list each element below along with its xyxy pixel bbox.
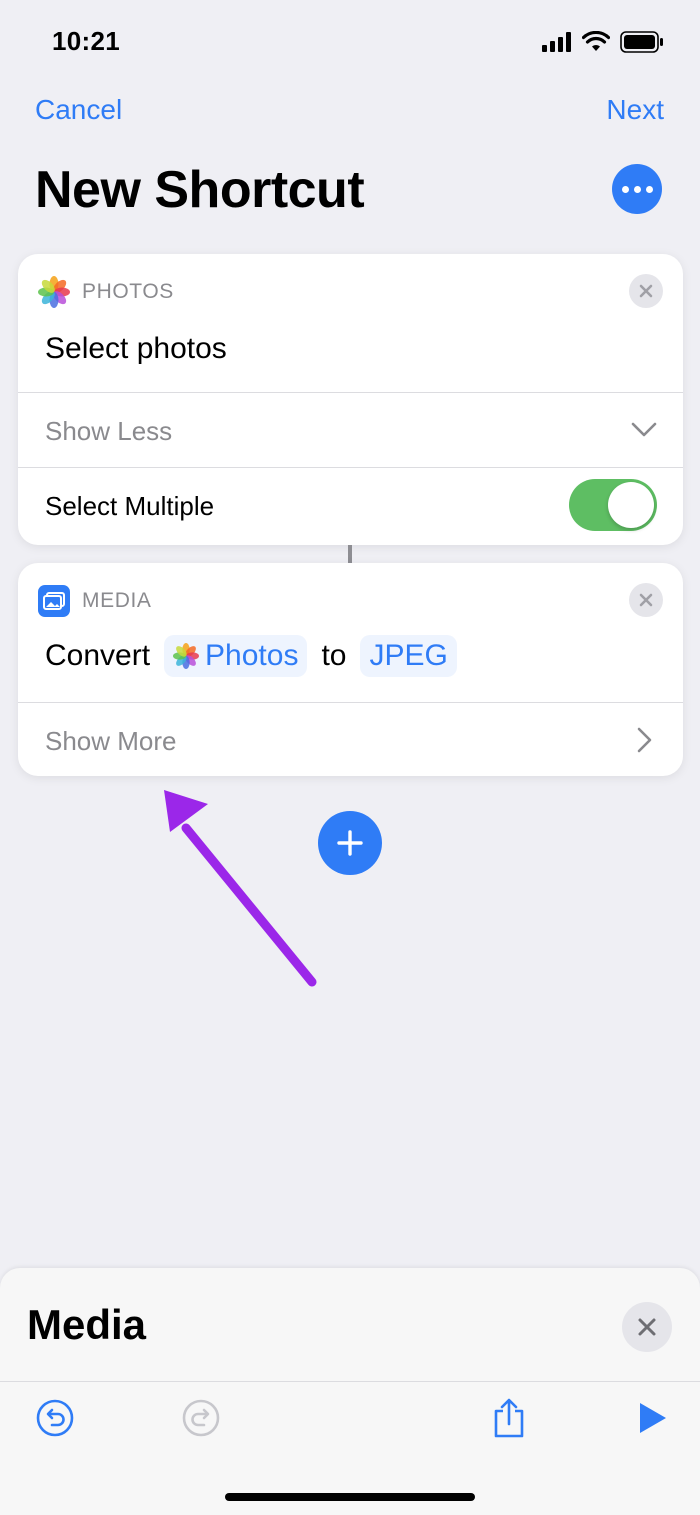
wifi-icon [582,31,610,51]
action-verb: Convert [45,639,151,672]
annotation-arrow [164,790,317,987]
option-label: Select Multiple [45,491,215,521]
input-variable-token[interactable]: Photos [164,635,308,677]
status-icons [542,30,664,54]
action-parameters: Convert Photos to JPEG [45,635,457,677]
divider [18,702,683,703]
action-card-convert-image[interactable]: MEDIA Convert Photos to JPEG Show More [18,563,683,776]
media-icon [38,585,70,617]
undo-icon [36,1399,74,1437]
share-icon [494,1398,524,1438]
plus-icon [337,830,363,856]
photos-icon [38,276,70,308]
battery-icon [620,31,663,53]
action-card-select-photos[interactable]: PHOTOS Select photos Show Less Select Mu… [18,254,683,545]
more-options-button[interactable] [612,164,662,214]
home-indicator [225,1493,475,1501]
card-header: PHOTOS [38,276,174,308]
chevron-down-icon[interactable] [631,422,657,438]
divider [0,1381,700,1382]
ellipsis-dot [633,185,641,193]
redo-icon [182,1399,220,1437]
action-library-sheet: Media [0,1268,700,1515]
cancel-button[interactable]: Cancel [35,94,122,126]
show-more-button[interactable]: Show More [45,726,177,757]
card-app-label: PHOTOS [82,280,174,303]
close-sheet-button[interactable] [622,1302,672,1352]
toggle-knob [608,482,654,528]
play-icon [640,1403,666,1433]
divider [18,392,683,393]
close-icon [638,1318,656,1336]
ellipsis-dot [645,185,653,193]
sheet-title: Media [27,1301,147,1348]
cellular-signal-icon [542,32,571,52]
select-multiple-toggle[interactable] [569,479,657,531]
input-token-label: Photos [205,639,299,672]
card-header: MEDIA [38,585,152,617]
undo-button[interactable] [33,1396,77,1440]
divider [18,467,683,468]
redo-button[interactable] [179,1396,223,1440]
action-connector [348,545,352,563]
connector-word: to [321,639,347,672]
remove-action-button[interactable] [629,274,663,308]
remove-action-button[interactable] [629,583,663,617]
format-parameter-token[interactable]: JPEG [360,635,457,677]
chevron-right-icon[interactable] [637,727,653,753]
show-less-button[interactable]: Show Less [45,416,172,447]
status-time: 10:21 [52,26,120,56]
ellipsis-icon [621,185,629,193]
photos-icon [173,643,200,669]
card-app-label: MEDIA [82,589,152,612]
close-icon [639,284,653,298]
close-icon [639,593,653,607]
action-title: Select photos [45,332,227,365]
next-button[interactable]: Next [606,94,664,126]
page-title: New Shortcut [35,161,365,219]
share-button[interactable] [487,1396,531,1440]
run-shortcut-button[interactable] [630,1396,674,1440]
